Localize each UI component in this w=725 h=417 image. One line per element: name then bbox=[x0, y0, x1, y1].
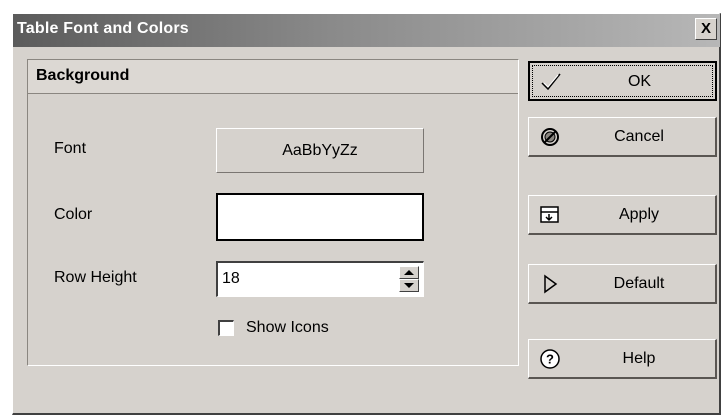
dialog-window: Table Font and Colors X Background Font … bbox=[12, 13, 721, 415]
help-label: Help bbox=[622, 350, 656, 367]
apply-button[interactable]: Apply bbox=[528, 195, 717, 235]
background-group: Background Font AaBbYyZz Color Row Heigh… bbox=[27, 59, 519, 366]
close-icon: X bbox=[700, 20, 711, 37]
default-label: Default bbox=[613, 275, 665, 292]
font-picker-button[interactable]: AaBbYyZz bbox=[216, 128, 424, 173]
color-label: Color bbox=[54, 206, 93, 223]
svg-text:?: ? bbox=[546, 352, 554, 367]
color-swatch-button[interactable] bbox=[216, 193, 424, 241]
apply-icon bbox=[540, 206, 559, 223]
cancel-circle-icon bbox=[541, 128, 559, 146]
spin-up-arrow-icon[interactable] bbox=[399, 266, 419, 279]
help-button[interactable]: ? Help bbox=[528, 339, 717, 379]
close-button[interactable]: X bbox=[695, 18, 717, 40]
cancel-label: Cancel bbox=[614, 128, 664, 145]
show-icons-checkbox[interactable] bbox=[218, 320, 234, 336]
cancel-button[interactable]: Cancel bbox=[528, 117, 717, 157]
row-height-label: Row Height bbox=[54, 269, 137, 286]
row-height-value[interactable]: 18 bbox=[222, 270, 240, 288]
ok-button[interactable]: OK bbox=[528, 61, 717, 101]
play-triangle-icon bbox=[544, 274, 558, 294]
spin-down-arrow-icon[interactable] bbox=[399, 279, 419, 292]
font-label: Font bbox=[54, 140, 87, 157]
row-height-spinbox[interactable]: 18 bbox=[216, 261, 424, 297]
help-circle-icon: ? bbox=[540, 349, 560, 369]
window-title: Table Font and Colors bbox=[17, 20, 189, 37]
row-height-spinner[interactable] bbox=[399, 266, 419, 292]
group-title: Background bbox=[36, 67, 130, 84]
default-button[interactable]: Default bbox=[528, 264, 717, 304]
apply-label: Apply bbox=[618, 206, 660, 223]
show-icons-label[interactable]: Show Icons bbox=[246, 319, 329, 337]
title-bar[interactable]: Table Font and Colors X bbox=[13, 14, 720, 47]
group-header: Background bbox=[28, 60, 518, 94]
ok-label: OK bbox=[627, 73, 652, 90]
font-sample-text: AaBbYyZz bbox=[282, 142, 358, 159]
checkmark-icon bbox=[541, 73, 561, 91]
